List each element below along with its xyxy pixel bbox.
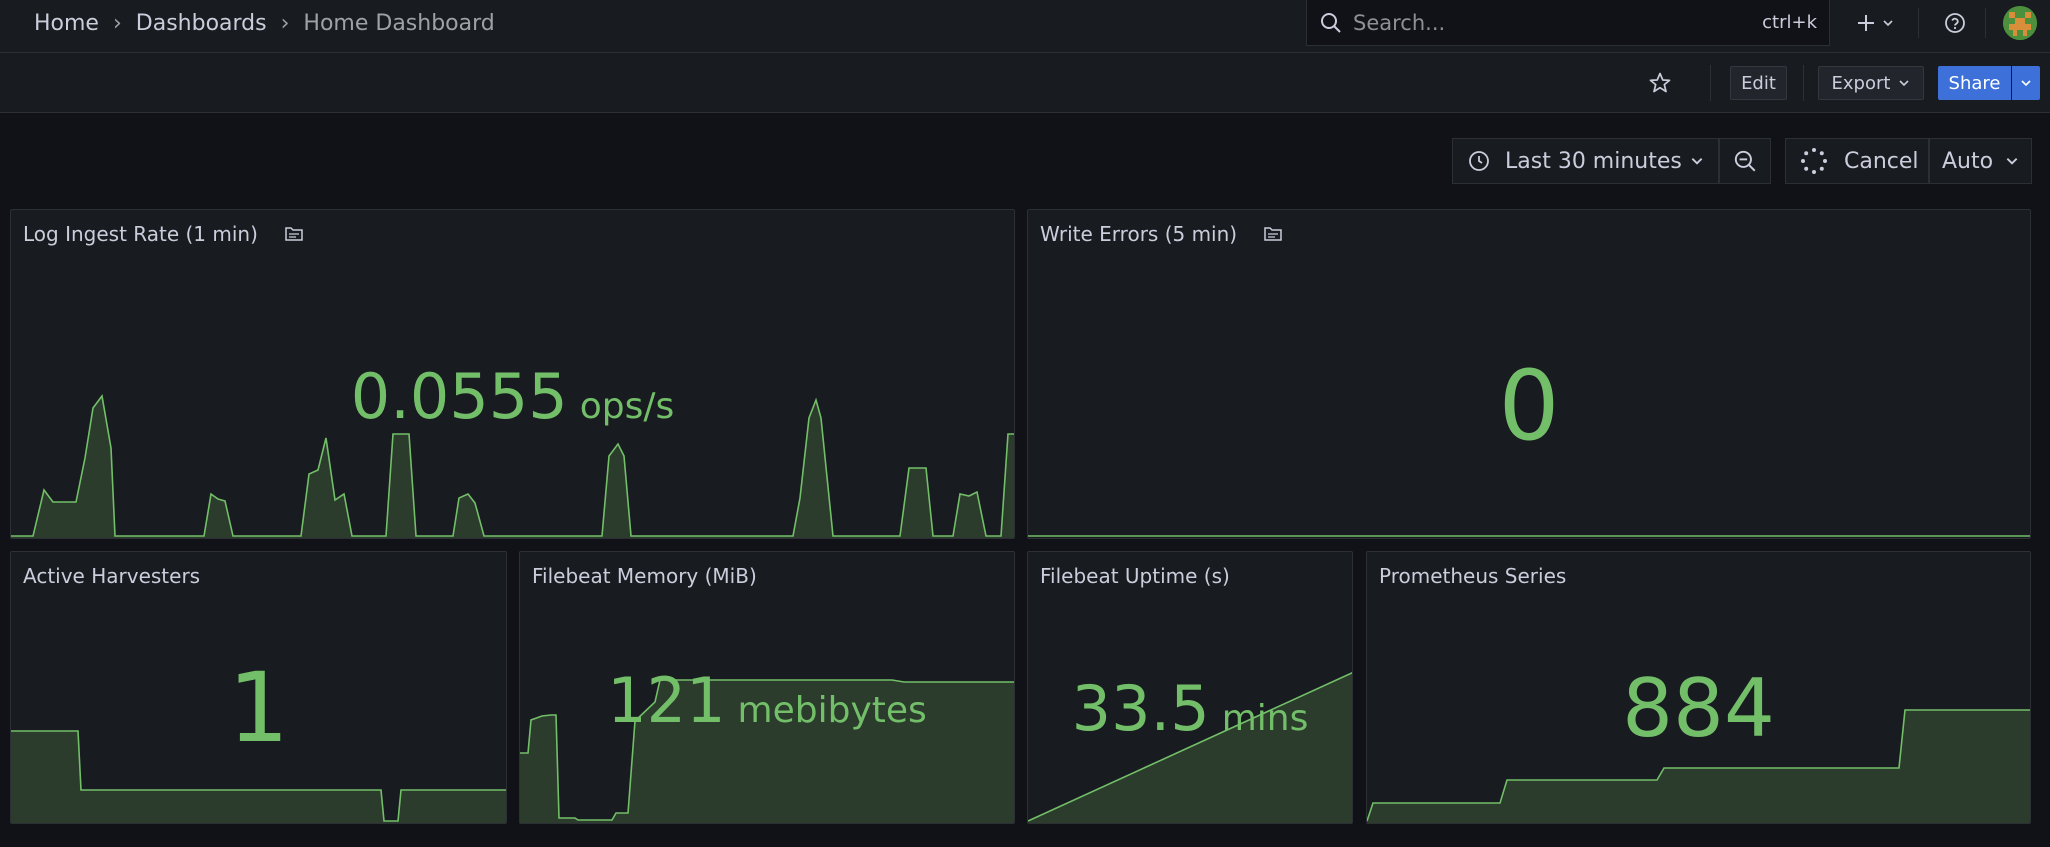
stat-number: 0.0555: [350, 360, 568, 433]
avatar[interactable]: [2003, 6, 2037, 40]
user-avatar-icon: [2003, 6, 2037, 40]
panel-filebeat-uptime[interactable]: Filebeat Uptime (s) 33.5 mins: [1027, 551, 1353, 824]
search-shortcut: ctrl+k: [1762, 12, 1817, 33]
time-range-label: Last 30 minutes: [1505, 148, 1682, 174]
favorite-button[interactable]: [1645, 68, 1675, 98]
stat-value: 1: [11, 652, 506, 764]
panel-prometheus-series[interactable]: Prometheus Series 884: [1366, 551, 2031, 824]
chevron-down-icon: [1899, 80, 1910, 87]
stat-value: 0: [1028, 350, 2030, 462]
stat-unit: mebibytes: [737, 690, 927, 731]
stat-number: 884: [1622, 662, 1775, 755]
divider: [1803, 65, 1804, 101]
zoom-out-button[interactable]: [1719, 138, 1771, 184]
export-label: Export: [1831, 72, 1891, 94]
panel-active-harvesters[interactable]: Active Harvesters 1: [10, 551, 507, 824]
star-icon: [1649, 72, 1671, 93]
share-button[interactable]: Share: [1938, 66, 2011, 100]
panel-log-ingest-rate[interactable]: Log Ingest Rate (1 min) 0.0555 ops/s: [10, 209, 1015, 539]
chevron-right-icon: ›: [280, 10, 290, 36]
edit-button[interactable]: Edit: [1730, 66, 1787, 100]
cancel-refresh-button[interactable]: Cancel: [1785, 138, 1929, 184]
dashboard-toolbar: Edit Export Share: [0, 53, 2050, 113]
search-placeholder: Search...: [1353, 10, 1446, 35]
refresh-interval-picker[interactable]: Auto: [1929, 138, 2032, 184]
stat-number: 1: [227, 652, 290, 764]
clock-icon: [1467, 149, 1491, 173]
spinner-icon: [1800, 147, 1828, 175]
top-bar: Home › Dashboards › Home Dashboard Searc…: [0, 0, 2050, 53]
panel-filebeat-memory[interactable]: Filebeat Memory (MiB) 121 mebibytes: [519, 551, 1015, 824]
time-range-picker[interactable]: Last 30 minutes: [1452, 138, 1719, 184]
breadcrumb-dashboards[interactable]: Dashboards: [136, 11, 267, 36]
stat-unit: mins: [1221, 698, 1309, 739]
breadcrumb-home[interactable]: Home: [34, 11, 99, 36]
chevron-down-icon: [1883, 20, 1893, 27]
divider: [1710, 65, 1711, 101]
panel-write-errors[interactable]: Write Errors (5 min) 0: [1027, 209, 2031, 539]
divider: [1918, 8, 1919, 38]
plus-icon: [1858, 15, 1874, 31]
stat-value: 0.0555 ops/s: [11, 360, 1014, 433]
chevron-down-icon: [1690, 154, 1704, 168]
export-button[interactable]: Export: [1818, 66, 1924, 100]
stat-value: 884: [1367, 662, 2030, 755]
search-icon: [1321, 12, 1341, 33]
share-dropdown-button[interactable]: [2012, 66, 2040, 100]
help-icon: [1945, 13, 1965, 33]
stat-number: 33.5: [1071, 672, 1210, 745]
stat-number: 0: [1498, 350, 1560, 462]
refresh-interval-label: Auto: [1942, 148, 1994, 174]
stat-number: 121: [607, 664, 726, 737]
divider: [1985, 8, 1986, 38]
stat-unit: ops/s: [579, 386, 675, 427]
breadcrumb-current: Home Dashboard: [303, 10, 495, 36]
add-new-button[interactable]: [1850, 8, 1900, 38]
search-input[interactable]: Search... ctrl+k: [1306, 0, 1830, 46]
chevron-down-icon: [2006, 158, 2018, 165]
breadcrumb: Home › Dashboards › Home Dashboard: [34, 0, 495, 46]
zoom-out-icon: [1734, 150, 1756, 172]
stat-value: 33.5 mins: [1028, 672, 1352, 745]
chevron-right-icon: ›: [112, 10, 122, 36]
stat-value: 121 mebibytes: [520, 664, 1014, 737]
cancel-label: Cancel: [1844, 148, 1919, 174]
help-button[interactable]: [1940, 8, 1970, 38]
chevron-down-icon: [2021, 80, 2031, 87]
